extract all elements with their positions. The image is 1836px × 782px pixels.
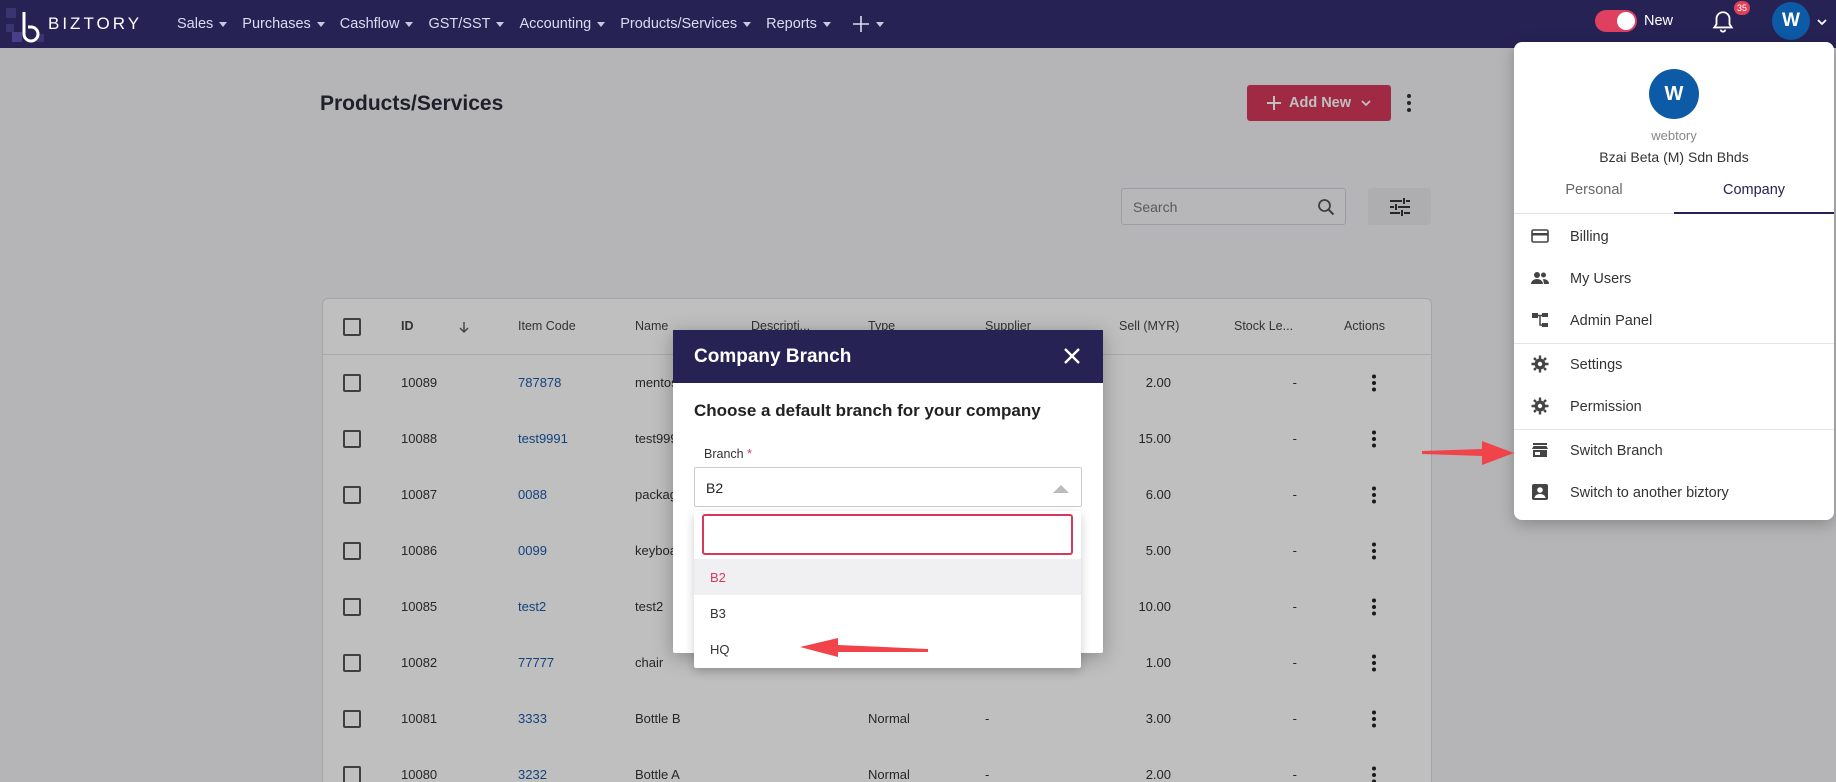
menu-label: Sales	[177, 16, 214, 32]
branch-field-label: Branch *	[704, 447, 752, 461]
caret-down-icon	[743, 21, 752, 27]
panel-avatar: W	[1649, 69, 1699, 119]
menu-label: Products/Services	[620, 16, 738, 32]
branch-search-input[interactable]	[702, 514, 1073, 555]
hierarchy-icon	[1532, 313, 1548, 327]
caret-down-icon	[405, 21, 414, 27]
notification-badge: 35	[1734, 1, 1750, 15]
menu-label: Cashflow	[339, 16, 400, 32]
user-avatar[interactable]: W	[1772, 2, 1810, 40]
menu-accounting[interactable]: Accounting	[519, 15, 606, 33]
menu-cashflow[interactable]: Cashflow	[340, 15, 414, 33]
branch-selected-value: B2	[706, 480, 724, 496]
menu-gst-sst[interactable]: GST/SST	[428, 15, 505, 33]
gear-icon	[1531, 355, 1549, 373]
menu-purchases[interactable]: Purchases	[242, 15, 325, 33]
user-menu-panel: W webtory Bzai Beta (M) Sdn Bhds Persona…	[1514, 42, 1834, 520]
panel-item-label: Admin Panel	[1570, 313, 1653, 329]
bell-icon[interactable]	[1710, 9, 1736, 35]
panel-item-label: Billing	[1570, 229, 1609, 245]
new-ui-toggle[interactable]	[1595, 10, 1637, 32]
panel-item-switch-branch[interactable]: Switch Branch	[1514, 429, 1834, 471]
plus-icon	[852, 16, 869, 32]
panel-item-label: Switch Branch	[1570, 443, 1663, 459]
credit-card-icon	[1531, 229, 1549, 243]
caret-down-icon	[316, 21, 325, 27]
required-mark: *	[747, 447, 752, 461]
caret-down-icon	[875, 21, 884, 27]
main-menu: Sales Purchases Cashflow GST/SST Account…	[177, 15, 884, 33]
top-nav: BIZTORY Sales Purchases Cashflow GST/SST…	[0, 0, 1836, 48]
panel-item-settings[interactable]: Settings	[1514, 343, 1834, 385]
quick-add-menu[interactable]	[852, 15, 884, 33]
store-icon	[1532, 443, 1548, 457]
panel-item-label: Settings	[1570, 357, 1623, 373]
panel-item-admin-panel[interactable]: Admin Panel	[1514, 299, 1834, 341]
chevron-down-icon[interactable]	[1816, 16, 1828, 28]
account-box-icon	[1532, 484, 1548, 500]
users-icon	[1531, 272, 1549, 284]
toggle-label: New	[1644, 13, 1674, 29]
panel-username: webtory	[1651, 128, 1697, 143]
caret-down-icon	[597, 21, 606, 27]
branch-option-b2[interactable]: B2	[694, 559, 1081, 595]
caret-down-icon	[496, 21, 505, 27]
menu-reports[interactable]: Reports	[766, 15, 831, 33]
gear-icon	[1531, 397, 1549, 415]
caret-down-icon	[822, 21, 831, 27]
tab-personal[interactable]: Personal	[1514, 182, 1674, 198]
branch-select[interactable]: B2	[694, 467, 1082, 507]
panel-item-label: My Users	[1570, 271, 1632, 287]
dialog-title: Company Branch	[694, 346, 852, 367]
dialog-header: Company Branch	[673, 330, 1103, 383]
panel-item-label: Permission	[1570, 399, 1642, 415]
menu-label: GST/SST	[428, 16, 491, 32]
panel-item-label: Switch to another biztory	[1570, 485, 1729, 501]
menu-products-services[interactable]: Products/Services	[620, 15, 752, 33]
menu-label: Accounting	[519, 16, 592, 32]
menu-sales[interactable]: Sales	[177, 15, 228, 33]
menu-label: Reports	[766, 16, 817, 32]
toggle-knob	[1617, 12, 1635, 30]
panel-company: Bzai Beta (M) Sdn Bhds	[1599, 149, 1749, 165]
tab-company[interactable]: Company	[1674, 182, 1834, 198]
panel-item-my-users[interactable]: My Users	[1514, 257, 1834, 299]
caret-up-icon	[1053, 485, 1069, 493]
logo-icon	[6, 8, 44, 43]
annotation-arrow-left	[800, 638, 928, 657]
close-icon[interactable]	[1063, 347, 1081, 365]
annotation-arrow-right	[1422, 441, 1514, 465]
dialog-subtitle: Choose a default branch for your company	[694, 401, 1041, 420]
caret-down-icon	[219, 21, 228, 27]
branch-label-text: Branch	[704, 447, 744, 461]
menu-label: Purchases	[242, 16, 311, 32]
panel-item-switch-biztory[interactable]: Switch to another biztory	[1514, 471, 1834, 513]
brand-logo[interactable]: BIZTORY	[6, 0, 156, 48]
brand-name: BIZTORY	[48, 14, 143, 33]
panel-item-billing[interactable]: Billing	[1514, 215, 1834, 257]
panel-item-permission[interactable]: Permission	[1514, 385, 1834, 427]
active-tab-indicator	[1674, 212, 1834, 214]
